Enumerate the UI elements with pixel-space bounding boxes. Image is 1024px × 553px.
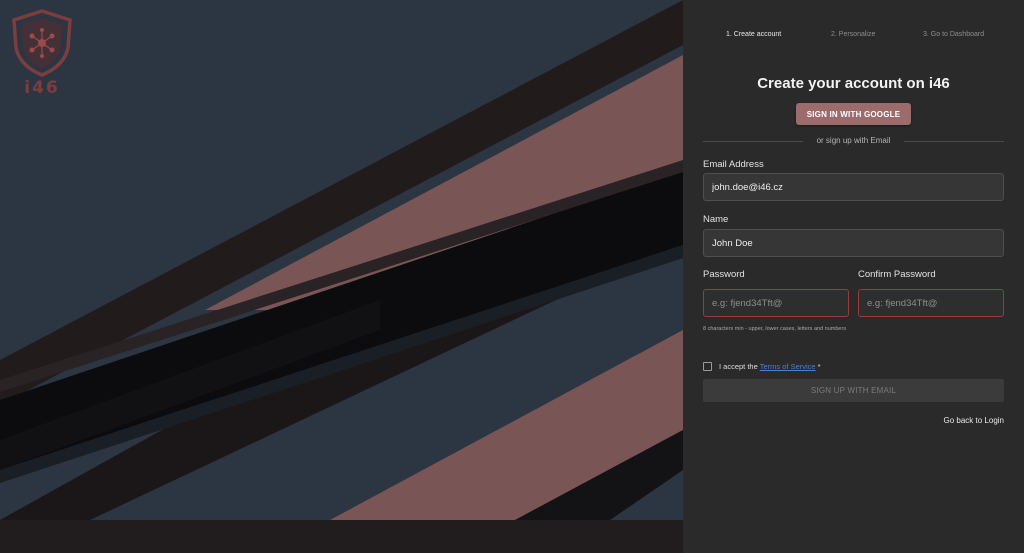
email-label: Email Address (703, 159, 764, 170)
confirm-password-field[interactable] (858, 289, 1004, 317)
terms-prefix: I accept the (719, 362, 760, 371)
back-to-login-link[interactable]: Go back to Login (944, 416, 1004, 425)
name-label: Name (703, 214, 729, 225)
email-field[interactable] (703, 173, 1004, 201)
background-art: i46 (0, 0, 683, 520)
step-go-to-dashboard: 3. Go to Dashboard (923, 31, 985, 38)
logo: i46 (8, 8, 76, 98)
stepper: 1. Create account 2. Personalize 3. Go t… (683, 31, 1024, 43)
google-signin-button[interactable]: SIGN IN WITH GOOGLE (796, 103, 911, 125)
diagonal-stripes-graphic (0, 0, 683, 520)
signup-panel: 1. Create account 2. Personalize 3. Go t… (683, 0, 1024, 553)
step-create-account: 1. Create account (726, 31, 782, 38)
divider: or sign up with Email (703, 136, 1004, 146)
page-title: Create your account on i46 (757, 75, 950, 92)
step-personalize: 2. Personalize (831, 31, 876, 38)
terms-of-service-link[interactable]: Terms of Service (760, 362, 816, 371)
shield-circuit-icon (12, 9, 72, 77)
terms-checkbox[interactable] (703, 362, 712, 371)
terms-text: I accept the Terms of Service * (719, 362, 821, 371)
divider-text: or sign up with Email (816, 136, 891, 145)
password-field[interactable] (703, 289, 849, 317)
required-mark: * (815, 362, 821, 371)
password-label: Password (703, 269, 745, 280)
confirm-password-label: Confirm Password (858, 269, 936, 280)
art-footer-bar (0, 520, 683, 553)
name-field[interactable] (703, 229, 1004, 257)
password-hint: 8 characters min - upper, lower cases, l… (703, 326, 847, 332)
signup-email-button[interactable]: SIGN UP WITH EMAIL (703, 379, 1004, 402)
logo-text: i46 (24, 78, 60, 98)
